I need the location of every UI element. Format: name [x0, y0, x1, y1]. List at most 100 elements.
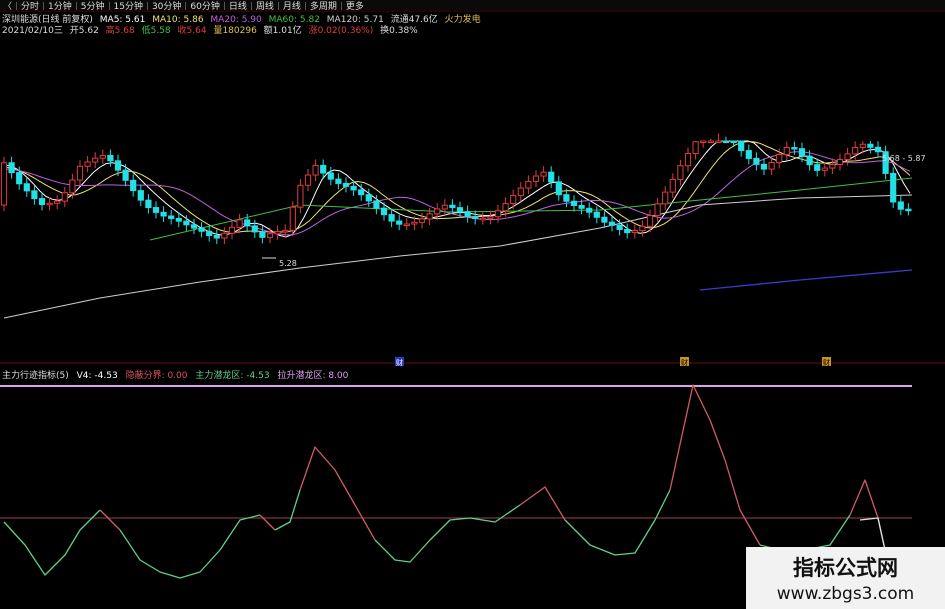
candle-body	[297, 184, 304, 208]
candle-body	[251, 225, 258, 233]
candle-body	[593, 211, 600, 218]
candle-body	[8, 162, 15, 174]
candle-body	[760, 163, 768, 170]
candle-body	[692, 141, 699, 154]
candle-body	[578, 205, 585, 209]
event-marker-label: 财	[823, 358, 830, 367]
candle-body	[525, 180, 532, 189]
event-marker-label: 财	[396, 358, 403, 367]
v4-segment	[99, 509, 121, 531]
candle-body	[586, 207, 593, 213]
candle-body	[479, 217, 486, 221]
candle-body	[183, 220, 190, 226]
candle-body	[684, 152, 692, 167]
candle-body	[418, 218, 426, 223]
candle-body	[46, 202, 53, 206]
candle-body	[380, 207, 388, 216]
candle-body	[631, 230, 638, 234]
candle-body	[76, 165, 84, 181]
candle-body	[365, 194, 372, 202]
ma10-line	[3, 140, 911, 233]
candle-body	[388, 214, 395, 222]
candle-body	[532, 175, 540, 182]
candle-body	[99, 155, 106, 159]
candle-body	[61, 192, 68, 202]
candle-body	[69, 179, 76, 194]
candle-body	[434, 208, 441, 215]
watermark-url: www.zbgs3.com	[776, 584, 915, 604]
candle-body	[289, 206, 296, 231]
candle-body	[92, 157, 99, 163]
candle-body	[836, 159, 844, 166]
candle-body	[350, 185, 357, 191]
zone1-label: 隐蔽分界: 0.00	[125, 371, 188, 381]
candle-body	[114, 160, 122, 171]
candle-body	[654, 203, 661, 217]
event-marker-label: 财	[681, 358, 688, 367]
event-markers: 财 财 财	[395, 357, 831, 367]
candle-body	[867, 143, 874, 148]
ma120-line	[3, 194, 913, 319]
candle-body	[791, 147, 798, 150]
v4-segment	[259, 514, 276, 531]
candle-body	[137, 190, 144, 201]
candle-body	[753, 157, 760, 165]
candle-body	[821, 167, 828, 171]
zone2-label: 主力潜龙区: -4.53	[195, 371, 270, 381]
candle-body	[145, 199, 152, 209]
candle-body	[738, 140, 745, 152]
candle-body	[228, 226, 236, 234]
low-price-label: 5.28	[279, 259, 297, 268]
v4-segment	[3, 509, 101, 576]
candle-body	[38, 198, 46, 206]
candle-body	[905, 208, 912, 212]
candle-body	[304, 174, 312, 186]
candle-body	[335, 178, 342, 184]
v4-segment	[374, 504, 521, 563]
candle-body	[342, 182, 350, 187]
candle-body	[548, 171, 555, 183]
candle-body	[608, 221, 616, 226]
candle-body	[206, 230, 213, 237]
candle-body	[806, 155, 813, 166]
candle-body	[168, 215, 175, 220]
v4-tail-segment	[859, 517, 886, 551]
candle-body	[745, 150, 752, 159]
candle-body	[494, 210, 502, 218]
candle-body	[274, 231, 281, 235]
kline-chart: 5.28 5.68 - 5.87 财 财 财	[0, 133, 945, 579]
candle-body	[798, 148, 806, 157]
candle-body	[570, 200, 578, 207]
v4-segment	[759, 514, 851, 551]
candle-body	[890, 172, 897, 203]
candle-body	[213, 235, 220, 239]
candle-body	[669, 178, 676, 193]
candle-body	[783, 147, 790, 156]
indicator-header: 主力行迹指标(5) V4: -4.53 隐蔽分界: 0.00 主力潜龙区: -4…	[2, 368, 353, 381]
candle-body	[449, 204, 456, 209]
candle-body	[715, 140, 722, 143]
v4-segment	[274, 489, 301, 531]
candle-body	[244, 219, 251, 227]
candle-body	[510, 195, 517, 204]
watermark: 指标公式网 www.zbgs3.com	[746, 547, 945, 609]
candle-body	[601, 216, 608, 223]
candle-body	[396, 220, 403, 225]
candle-body	[373, 200, 380, 209]
v4-segment	[564, 489, 671, 556]
candle-body	[259, 231, 266, 238]
price-box-label: 5.68 - 5.87	[882, 154, 926, 163]
watermark-title: 指标公式网	[793, 556, 898, 580]
candle-body	[16, 172, 23, 185]
candle-body	[441, 204, 448, 210]
candle-body	[677, 165, 684, 180]
candle-body	[639, 225, 646, 232]
candle-body	[282, 229, 289, 233]
candle-body	[700, 140, 707, 143]
candle-body	[897, 201, 904, 210]
ma-lines	[3, 140, 913, 319]
candle-body	[426, 213, 433, 220]
candle-body	[472, 216, 479, 219]
candle-body	[411, 221, 418, 225]
v4-segment	[119, 514, 261, 579]
